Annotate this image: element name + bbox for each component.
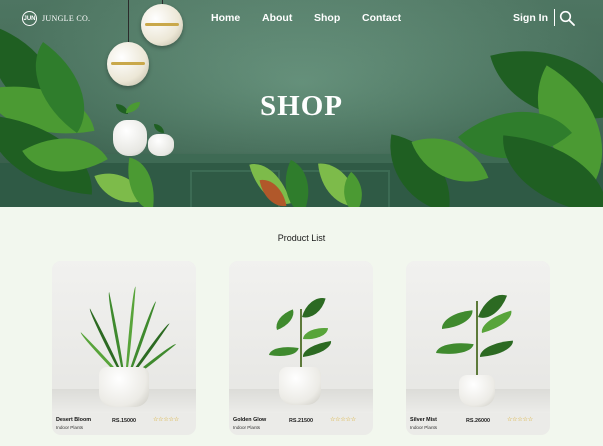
brand-logo[interactable]: JUN JUNGLE CO. [22, 11, 90, 26]
nav-divider [554, 9, 555, 26]
sign-in-link[interactable]: Sign In [513, 12, 548, 24]
product-name: Desert Bloom [56, 417, 92, 423]
plant-stem [300, 309, 302, 371]
leaf-logo-icon: JUN [22, 11, 37, 26]
top-nav: JUN JUNGLE CO. Home About Shop Contact S… [0, 0, 603, 36]
nav-link-about[interactable]: About [262, 12, 292, 24]
rating-stars-icon[interactable]: ☆☆☆☆☆ [507, 416, 533, 423]
product-card[interactable]: Desert Bloom Indoor Plants RS.15000 ☆☆☆☆… [52, 261, 196, 435]
product-card[interactable]: Silver Mist Indoor Plants RS.26000 ☆☆☆☆☆ [406, 261, 550, 435]
plant-stem [476, 301, 478, 377]
rating-stars-icon[interactable]: ☆☆☆☆☆ [153, 416, 179, 423]
nav-link-home[interactable]: Home [211, 12, 240, 24]
product-price: RS.26000 [466, 418, 490, 424]
product-category: Indoor Plants [410, 425, 438, 430]
product-category: Indoor Plants [56, 425, 84, 430]
plant-pot [279, 367, 321, 405]
product-list-heading: Product List [277, 233, 326, 243]
plant-pot [99, 367, 149, 407]
nav-link-shop[interactable]: Shop [314, 12, 340, 24]
product-category: Indoor Plants [233, 425, 261, 430]
brand-name: JUNGLE CO. [42, 14, 91, 23]
product-card[interactable]: Golden Glow Indoor Plants RS.21500 ☆☆☆☆☆ [229, 261, 373, 435]
page-title: SHOP [260, 90, 343, 122]
product-name: Golden Glow [233, 417, 267, 423]
search-icon[interactable] [559, 10, 575, 26]
nav-link-contact[interactable]: Contact [362, 12, 401, 24]
product-name: Silver Mist [410, 417, 437, 423]
product-price: RS.15000 [112, 418, 136, 424]
product-price: RS.21500 [289, 418, 313, 424]
plant-pot [459, 375, 495, 407]
shelf-pot [113, 120, 147, 156]
shelf-pot [148, 134, 174, 156]
pendant-lamp-icon [107, 42, 149, 86]
rating-stars-icon[interactable]: ☆☆☆☆☆ [330, 416, 356, 423]
